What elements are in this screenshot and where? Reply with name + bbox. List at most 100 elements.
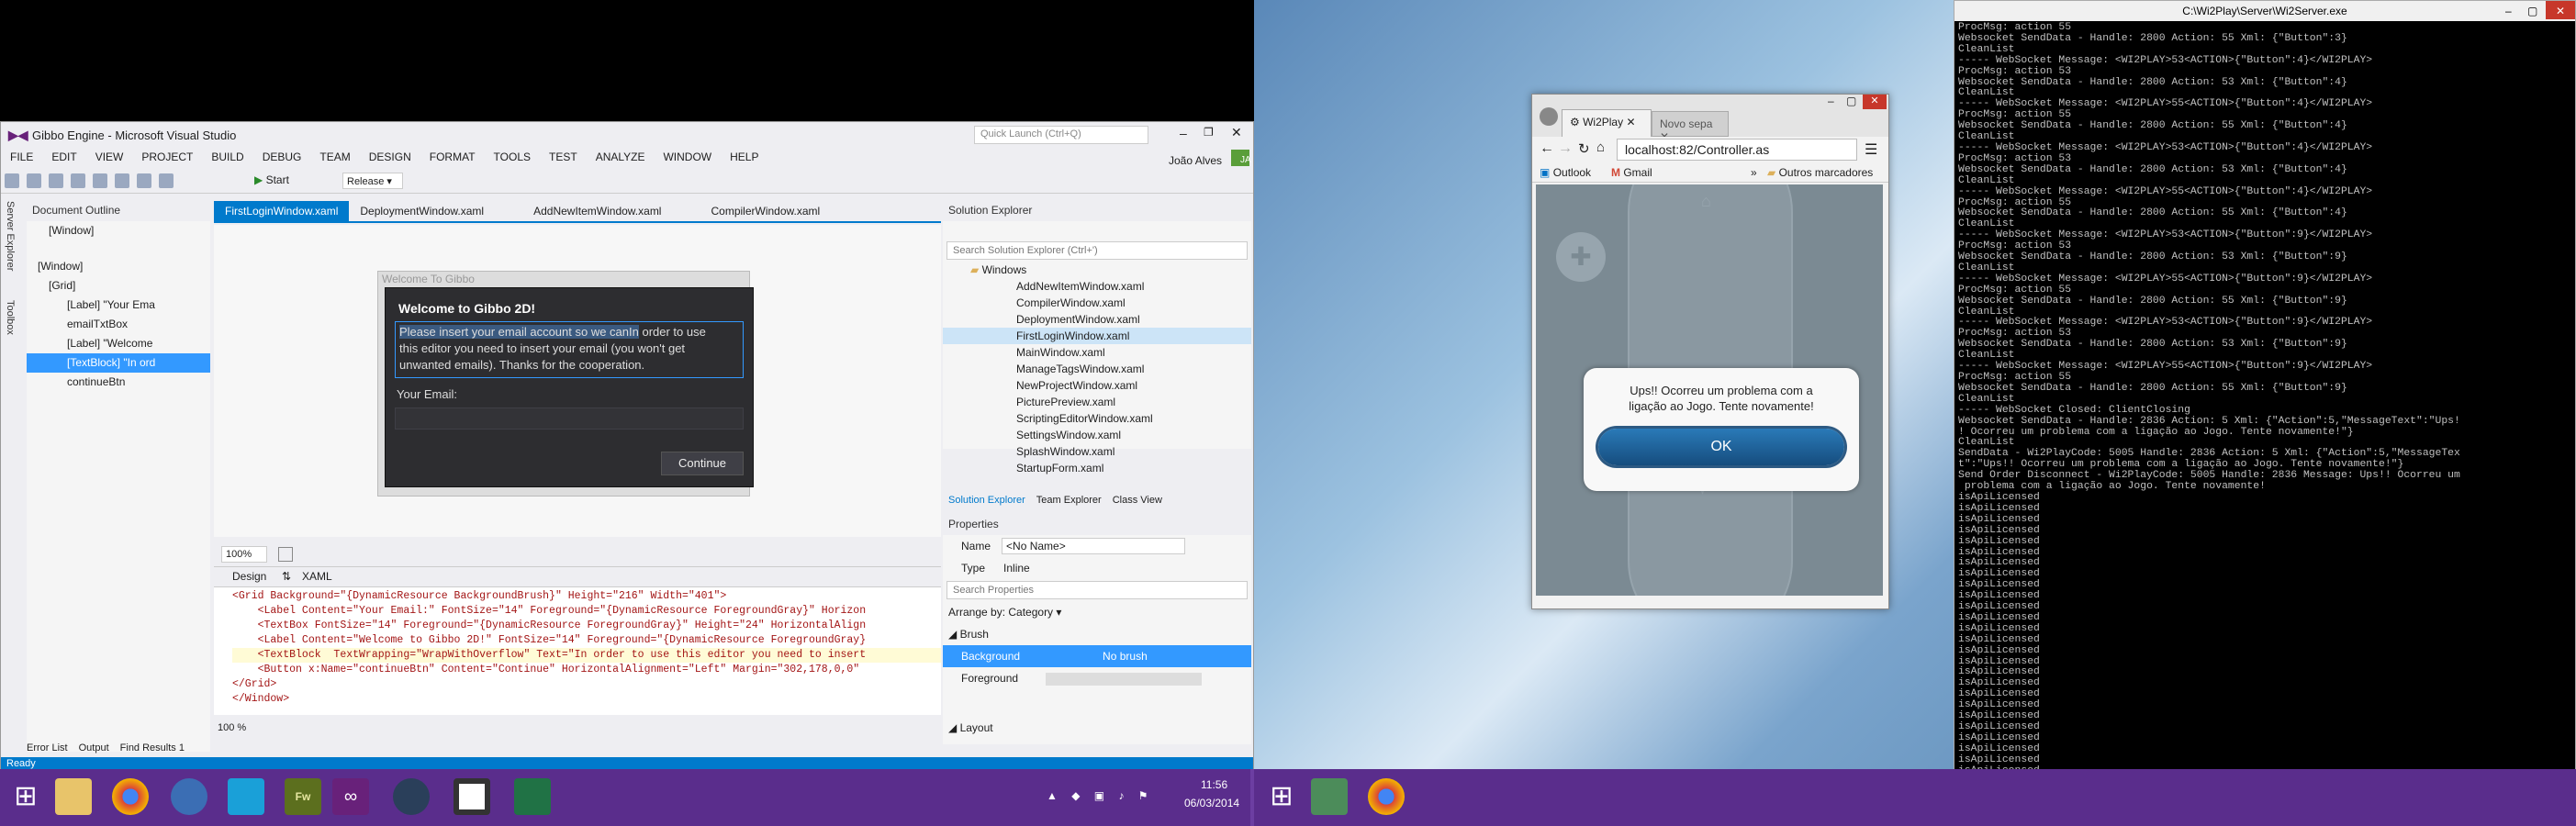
console-output[interactable]: ProcMsg: action 55 Websocket SendData - H… <box>1954 21 2575 779</box>
outline-item-selected[interactable]: [TextBlock] "In ord <box>27 353 210 373</box>
swap-icon[interactable]: ⇅ <box>282 570 291 583</box>
tab-xaml[interactable]: XAML <box>302 570 332 583</box>
chrome-icon[interactable] <box>112 778 149 815</box>
tab-addnewitemwindow[interactable]: AddNewItemWindow.xaml <box>522 201 672 221</box>
foreground-row[interactable]: Foreground <box>943 667 1251 689</box>
windows-start-icon-right[interactable]: ⊞ <box>1263 778 1300 815</box>
reload-icon[interactable]: ↻ <box>1578 140 1590 157</box>
server-explorer-tab[interactable]: Server Explorer <box>5 201 16 293</box>
foreground-swatch[interactable] <box>1046 672 1203 686</box>
config-select[interactable]: Release ▾ <box>342 173 403 189</box>
solution-file-item[interactable]: SplashWindow.xaml <box>943 443 1251 460</box>
tab-firstloginwindow[interactable]: FirstLoginWindow.xaml <box>214 201 350 221</box>
menu-icon[interactable]: ☰ <box>1865 140 1877 159</box>
menu-format[interactable]: FORMAT <box>420 148 485 166</box>
save-icon[interactable] <box>93 173 107 188</box>
brush-section[interactable]: ◢ Brush <box>943 623 1251 645</box>
save-all-icon[interactable] <box>115 173 129 188</box>
clock-time[interactable]: 11:56 <box>1201 778 1227 791</box>
grid-toggle-icon[interactable] <box>278 547 293 562</box>
messenger-icon[interactable] <box>171 778 207 815</box>
start-button[interactable]: ▶ Start <box>254 173 289 186</box>
chrome-tab-inactive[interactable]: Novo sepa ✕ <box>1652 111 1729 143</box>
arrange-by-dropdown[interactable]: Arrange by: Category ▾ <box>943 601 1251 623</box>
outline-item[interactable]: emailTxtBox <box>27 315 210 334</box>
tab-deploymentwindow[interactable]: DeploymentWindow.xaml <box>349 201 495 221</box>
home-button-icon[interactable]: ⌂ <box>1701 192 1711 211</box>
xaml-zoom[interactable]: 100 % <box>218 722 246 733</box>
solution-file-item[interactable]: MainWindow.xaml <box>943 344 1251 361</box>
outline-item[interactable]: [Window] <box>27 257 210 276</box>
user-avatar[interactable]: JA <box>1231 150 1251 166</box>
chrome-tab-active[interactable]: ⚙ Wi2Play ✕ <box>1562 109 1652 137</box>
menu-window[interactable]: WINDOW <box>654 148 721 166</box>
menu-help[interactable]: HELP <box>721 148 767 166</box>
windows-start-icon[interactable]: ⊞ <box>7 778 44 815</box>
app-icon[interactable] <box>454 778 490 815</box>
background-row[interactable]: Background No brush <box>943 645 1251 667</box>
tab-team-explorer[interactable]: Team Explorer <box>1036 495 1102 506</box>
dialog-body-box[interactable]: Please insert your email account so we c… <box>395 321 744 378</box>
tab-class-view[interactable]: Class View <box>1113 495 1162 506</box>
back-icon[interactable] <box>5 173 19 188</box>
redo-icon[interactable] <box>159 173 174 188</box>
console-minimize-button[interactable]: – <box>2505 1 2512 21</box>
open-icon[interactable] <box>71 173 85 188</box>
visual-studio-icon[interactable]: ∞ <box>332 778 369 815</box>
solution-file-item[interactable]: CompilerWindow.xaml <box>943 295 1251 311</box>
taskview-icon[interactable] <box>1311 778 1348 815</box>
outline-item[interactable]: [Label] "Welcome <box>27 334 210 353</box>
solution-search-input[interactable]: Search Solution Explorer (Ctrl+') <box>946 241 1248 260</box>
undo-icon[interactable] <box>137 173 151 188</box>
tab-output[interactable]: Output <box>79 742 109 753</box>
tray-icons[interactable]: ▲ ◆ ▣ ♪ ⚑ <box>1047 789 1154 802</box>
outline-item[interactable]: [Grid] <box>27 276 210 296</box>
chrome-close-button[interactable]: ✕ <box>1863 95 1887 109</box>
solution-file-item[interactable]: StartupForm.xaml <box>943 460 1251 476</box>
show-desktop-button[interactable] <box>1250 769 1254 826</box>
clock-date[interactable]: 06/03/2014 <box>1184 797 1239 809</box>
other-bookmarks[interactable]: ▰ Outros marcadores <box>1767 166 1873 179</box>
menu-design[interactable]: DESIGN <box>360 148 420 166</box>
file-explorer-icon[interactable] <box>55 778 92 815</box>
menu-edit[interactable]: EDIT <box>42 148 85 166</box>
steam-icon[interactable] <box>393 778 430 815</box>
home-icon[interactable]: ⌂ <box>1596 140 1605 155</box>
menu-analyze[interactable]: ANALYZE <box>587 148 655 166</box>
new-project-icon[interactable] <box>49 173 63 188</box>
store-icon[interactable] <box>228 778 264 815</box>
menu-file[interactable]: FILE <box>1 148 42 166</box>
forward-icon[interactable] <box>27 173 41 188</box>
tab-compilerwindow[interactable]: CompilerWindow.xaml <box>700 201 831 221</box>
console-maximize-button[interactable]: ▢ <box>2527 1 2537 21</box>
gamepad-icon[interactable]: ✚ <box>1556 232 1606 282</box>
menu-build[interactable]: BUILD <box>202 148 252 166</box>
solution-file-item[interactable]: DeploymentWindow.xaml <box>943 311 1251 328</box>
chrome-maximize-button[interactable]: ▢ <box>1846 95 1856 107</box>
menu-project[interactable]: PROJECT <box>132 148 202 166</box>
solution-file-item[interactable]: PicturePreview.xaml <box>943 394 1251 410</box>
email-textbox[interactable] <box>395 407 744 430</box>
solution-file-item-selected[interactable]: FirstLoginWindow.xaml <box>943 328 1251 344</box>
outline-item[interactable]: continueBtn <box>27 373 210 392</box>
tab-solution-explorer[interactable]: Solution Explorer <box>948 495 1025 506</box>
layout-section[interactable]: ◢ Layout <box>943 717 1251 739</box>
address-bar[interactable]: localhost:82/Controller.as <box>1617 139 1857 161</box>
quick-launch-input[interactable]: Quick Launch (Ctrl+Q) <box>974 126 1148 144</box>
bookmark-outlook[interactable]: ▣ Outlook <box>1540 166 1591 179</box>
chrome-icon-right[interactable] <box>1368 778 1405 815</box>
name-field[interactable]: <No Name> <box>1002 538 1186 554</box>
back-arrow-icon[interactable]: ← <box>1540 140 1554 157</box>
zoom-select[interactable]: 100% <box>221 546 267 563</box>
outline-item[interactable]: [Label] "Your Ema <box>27 296 210 315</box>
user-name[interactable]: João Alves <box>1159 151 1231 170</box>
folder-windows[interactable]: ▰ Windows <box>943 262 1251 278</box>
solution-file-item[interactable]: AddNewItemWindow.xaml <box>943 278 1251 295</box>
solution-file-item[interactable]: ManageTagsWindow.xaml <box>943 361 1251 377</box>
solution-file-item[interactable]: ScriptingEditorWindow.xaml <box>943 410 1251 427</box>
close-button[interactable]: ✕ <box>1231 125 1242 140</box>
menu-team[interactable]: TEAM <box>310 148 359 166</box>
ok-button[interactable]: OK <box>1598 429 1844 465</box>
fireworks-icon[interactable]: Fw <box>285 778 321 815</box>
tab-find-results[interactable]: Find Results 1 <box>120 742 185 753</box>
